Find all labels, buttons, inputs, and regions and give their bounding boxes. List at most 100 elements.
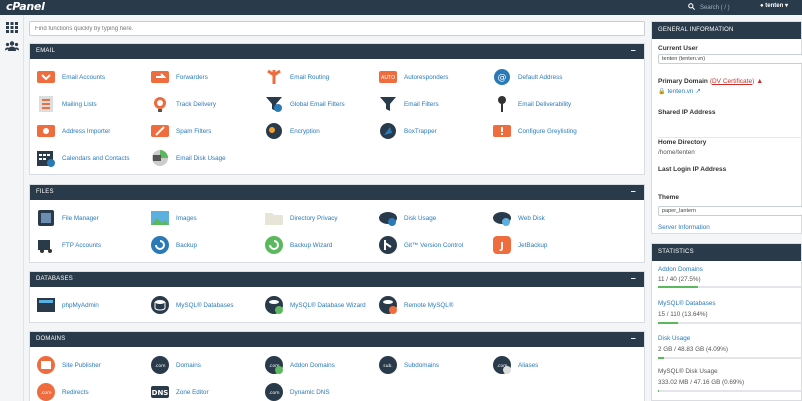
encryption-link[interactable]: Encryption [264,121,320,141]
track-delivery-link[interactable]: Track Delivery [150,94,216,114]
user-menu[interactable]: ● tenten ▾ [760,2,788,9]
zone-editor-link[interactable]: DNS Zone Editor [150,382,209,401]
current-user-value: tenten (tenten.vn) [658,54,802,64]
address-importer-link[interactable]: Address Importer [36,121,110,141]
theme-select[interactable]: paper_lantern [658,206,802,216]
quick-search-input[interactable] [29,21,645,36]
calendar-icon [37,151,55,167]
stat-progress-fill [658,357,664,359]
email-accounts-link[interactable]: Email Accounts [36,67,105,87]
redirects-link[interactable]: .com Redirects [36,382,89,401]
home-directory-label: Home Directory [658,139,707,146]
domains-icon: .com [151,356,169,374]
external-link-icon[interactable]: ↗ [695,88,700,95]
grid-icon[interactable] [5,22,19,34]
dv-certificate-link[interactable]: DV Certificate [712,78,752,85]
images-icon [151,211,169,225]
home-directory-value: /home/tenten [658,149,695,156]
addon-domains-link[interactable]: .com Addon Domains [264,355,335,375]
encryption-icon [266,123,282,139]
collapse-icon[interactable]: – [631,333,636,343]
general-info-panel: GENERAL INFORMATION Current User tenten … [651,21,802,234]
files-panel-header[interactable]: FILES – [30,185,644,200]
subdomains-link[interactable]: sub. Subdomains [378,355,439,375]
track-delivery-icon [154,97,166,112]
default-address-link[interactable]: @ Default Address [492,67,562,87]
forwarders-icon [151,71,169,83]
remote-mysql-link[interactable]: Remote MySQL® [378,295,453,315]
phpmyadmin-link[interactable]: phpMyAdmin [36,295,99,315]
configure-greylisting-link[interactable]: Configure Greylisting [492,121,577,141]
directory-privacy-link[interactable]: Directory Privacy [264,208,338,228]
svg-text:AUTO: AUTO [381,75,395,81]
collapse-icon[interactable]: – [631,186,636,196]
spam-filters-link[interactable]: Spam Filters [150,121,211,141]
primary-domain-row: Primary Domain (DV Certificate) ▲ [658,78,764,85]
domain-row: 🔒 tenten.vn ↗ [658,88,701,95]
backup-wizard-link[interactable]: Backup Wizard [264,235,332,255]
databases-panel-header[interactable]: DATABASES – [30,272,644,287]
autoresponders-link[interactable]: AUTO Autoresponders [378,67,448,87]
remote-database-icon [379,296,397,314]
boxtrapper-icon [380,123,396,139]
stat-label[interactable]: MySQL® Databases [658,300,716,307]
domains-panel-header[interactable]: DOMAINS – [30,332,644,347]
top-bar: cPanel Search ( / ) ● tenten ▾ [0,0,802,15]
lock-icon: 🔒 [658,89,666,95]
cpanel-logo[interactable]: cPanel [6,0,45,13]
domains-link[interactable]: .com Domains [150,355,201,375]
images-link[interactable]: Images [150,208,197,228]
boxtrapper-link[interactable]: BoxTrapper [378,121,437,141]
backup-link[interactable]: Backup [150,235,197,255]
folder-icon [265,213,283,225]
dynamic-dns-link[interactable]: .com Dynamic DNS [264,382,330,401]
email-disk-usage-icon [152,150,168,166]
global-filter-icon [266,97,282,112]
greylisting-icon [493,125,511,137]
site-publisher-link[interactable]: Site Publisher [36,355,101,375]
file-manager-link[interactable]: File Manager [36,208,99,228]
git-version-control-link[interactable]: Git™ Version Control [378,235,463,255]
stat-progress-fill [658,286,698,288]
stat-label[interactable]: Disk Usage [658,335,690,342]
calendars-and-contacts-link[interactable]: Calendars and Contacts [36,148,130,168]
site-publisher-icon [37,356,55,374]
backup-wizard-icon [265,236,283,254]
aliases-link[interactable]: .com Aliases [492,355,538,375]
general-info-header: GENERAL INFORMATION [652,22,801,39]
mysql-database-wizard-link[interactable]: MySQL® Database Wizard [264,295,366,315]
aliases-icon: .com [493,356,511,374]
theme-label: Theme [658,194,679,201]
ftp-accounts-link[interactable]: FTP Accounts [36,235,101,255]
users-icon[interactable] [5,41,19,53]
global-email-filters-link[interactable]: Global Email Filters [264,94,345,114]
forwarders-link[interactable]: Forwarders [150,67,208,87]
stat-label[interactable]: MySQL® Disk Usage [658,368,718,375]
mailing-lists-link[interactable]: Mailing Lists [36,94,97,114]
collapse-icon[interactable]: – [631,273,636,283]
user-icon: ● [760,3,764,9]
email-routing-link[interactable]: Email Routing [264,67,329,87]
email-disk-usage-link[interactable]: Email Disk Usage [150,148,226,168]
domains-panel: DOMAINS – Site Publisher .com Domains .com… [29,331,645,401]
jetbackup-link[interactable]: J JetBackup [492,235,547,255]
mailing-lists-icon [39,96,53,112]
svg-text:.com: .com [154,364,165,369]
top-search[interactable]: Search ( / ) [688,2,746,13]
mysql-databases-link[interactable]: MySQL® Databases [150,295,234,315]
database-wizard-icon [265,296,283,314]
email-panel-title: EMAIL [36,48,56,54]
primary-domain-link[interactable]: tenten.vn [667,88,693,95]
stat-progress-bar [658,322,802,324]
email-panel-header[interactable]: EMAIL – [30,44,644,59]
stat-value: 11 / 40 (27.5%) [658,276,701,283]
server-information-link[interactable]: Server Information [658,224,710,231]
stat-label[interactable]: Addon Domains [658,266,703,273]
stat-value: 333.02 MB / 47.16 GB (0.69%) [658,379,745,386]
collapse-icon[interactable]: – [631,45,636,55]
email-filters-link[interactable]: Email Filters [378,94,439,114]
web-disk-link[interactable]: Web Disk [492,208,545,228]
disk-usage-link[interactable]: Disk Usage [378,208,436,228]
email-deliverability-link[interactable]: Email Deliverability [492,94,571,114]
ftp-icon [38,240,52,253]
